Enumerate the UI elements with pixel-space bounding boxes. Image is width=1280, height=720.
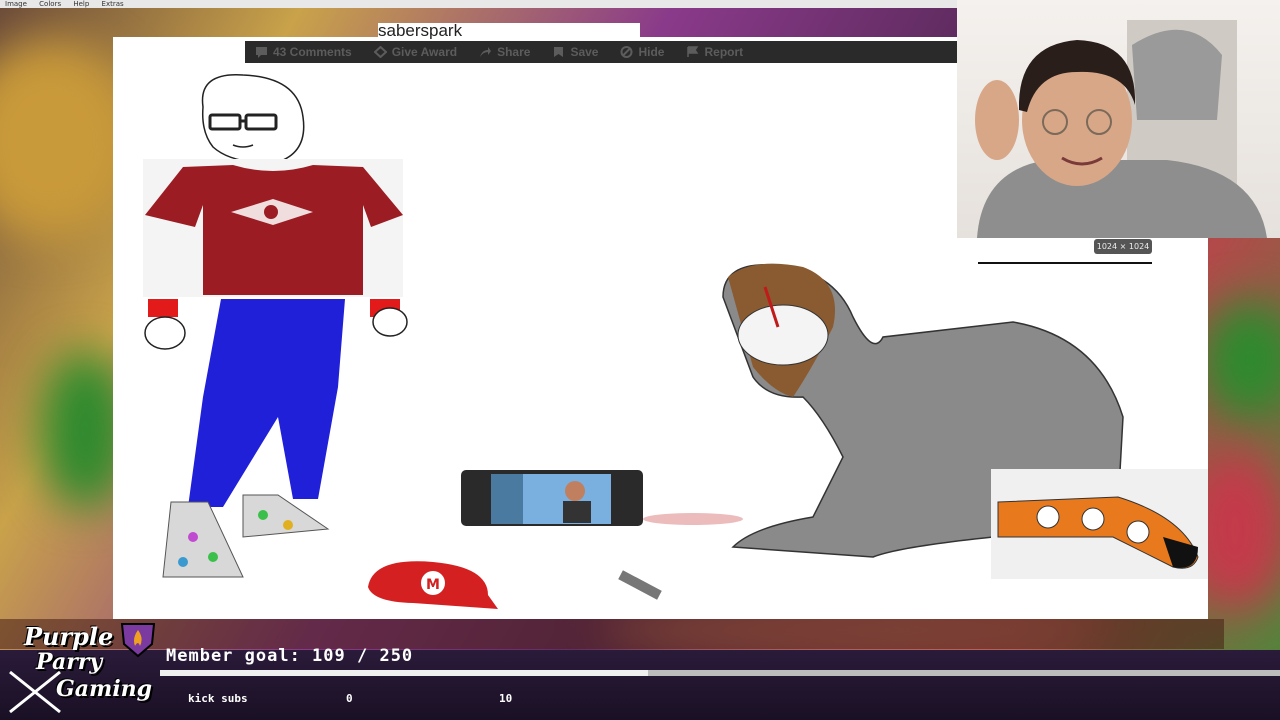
webcam-feed	[957, 0, 1280, 238]
overlay-band	[0, 619, 1224, 649]
hide-button[interactable]: Hide	[620, 45, 664, 59]
menubar: Image Colors Help Extras	[0, 0, 957, 8]
red-cap: M	[368, 561, 498, 609]
logo-line1: Purple	[24, 622, 114, 651]
member-goal-progress-fill	[160, 670, 649, 676]
report-button[interactable]: Report	[686, 45, 743, 59]
image-size-badge: 1024 × 1024	[1094, 239, 1152, 254]
save-label: Save	[570, 45, 599, 59]
comment-icon	[256, 47, 267, 58]
report-icon	[687, 46, 699, 57]
share-icon	[480, 47, 492, 57]
comments-label: 43 Comments	[273, 45, 352, 59]
post-username: saberspark	[378, 23, 640, 39]
member-goal-progress	[160, 670, 1280, 676]
save-button[interactable]: Save	[552, 45, 598, 59]
svg-text:M: M	[426, 577, 440, 593]
blood-smear	[643, 513, 743, 525]
reddit-action-bar: 43 Comments Give Award Share Save Hide R…	[245, 41, 957, 63]
give-award-label: Give Award	[391, 45, 458, 59]
menu-item-colors[interactable]: Colors	[39, 0, 61, 8]
menu-item-image[interactable]: Image	[5, 0, 27, 8]
red-tshirt	[143, 159, 403, 297]
share-button[interactable]: Share	[479, 45, 530, 59]
colorful-shoes	[162, 494, 330, 578]
share-label: Share	[497, 45, 531, 59]
streamer-camera-image	[975, 20, 1267, 238]
purple-parry-logo: Purple Parry Gaming	[6, 622, 166, 718]
give-award-button[interactable]: Give Award	[373, 45, 458, 59]
comments-button[interactable]: 43 Comments	[255, 45, 352, 59]
report-label: Report	[704, 45, 744, 59]
menu-item-extras[interactable]: Extras	[102, 0, 124, 8]
kick-subs-target: 10	[499, 692, 513, 705]
crossed-swords-icon	[9, 670, 61, 714]
hide-icon	[620, 46, 633, 58]
phone-object	[618, 570, 662, 600]
kick-subs-label: kick subs	[188, 692, 248, 705]
hide-label: Hide	[638, 45, 665, 59]
shield-flame-icon	[120, 623, 156, 658]
blue-pants	[188, 299, 345, 507]
member-goal-text: Member goal: 109 / 250	[166, 646, 414, 666]
embedded-screenshot	[461, 470, 643, 526]
wojak-head	[201, 74, 305, 164]
kick-subs-current: 0	[346, 692, 353, 705]
logo-line3: Gaming	[56, 676, 153, 702]
award-icon	[373, 46, 387, 58]
orange-sock	[991, 469, 1208, 579]
kick-subs-tracker: kick subs 0 10	[160, 686, 520, 712]
menu-item-help[interactable]: Help	[73, 0, 89, 8]
save-icon	[554, 47, 564, 57]
